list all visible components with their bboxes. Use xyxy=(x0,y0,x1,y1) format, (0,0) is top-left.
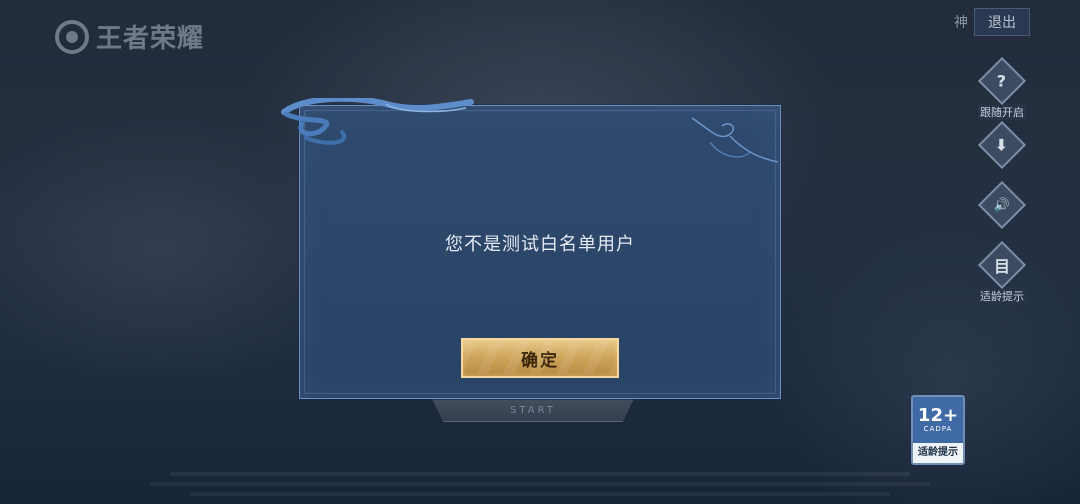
age-rating-label: 适龄提示 xyxy=(918,447,958,458)
notice-button[interactable]: 目 适龄提示 xyxy=(977,240,1027,304)
help-button-label: 跟随开启 xyxy=(978,104,1026,120)
top-right-text: 神 xyxy=(954,15,968,31)
top-right-bar: 神 退出 xyxy=(954,8,1030,36)
notice-button-label: 适龄提示 xyxy=(978,288,1026,304)
speaker-icon: 🔊 xyxy=(977,180,1027,230)
notice-icon: 目 xyxy=(977,240,1027,290)
age-rating-org: CADPA xyxy=(923,425,953,433)
game-logo: 王者荣耀 xyxy=(54,18,204,55)
logout-button[interactable]: 退出 xyxy=(974,8,1030,36)
download-icon: ⬇ xyxy=(977,120,1027,170)
logo-emblem-icon xyxy=(55,19,89,54)
question-icon: ? xyxy=(977,56,1027,106)
sound-button[interactable]: 🔊 xyxy=(977,180,1027,230)
alert-dialog: 您不是测试白名单用户 确定 xyxy=(281,98,781,399)
confirm-button[interactable]: 确定 xyxy=(461,338,619,378)
cloud-swirl-ornament-right-icon xyxy=(691,117,779,163)
dialog-message: 您不是测试白名单用户 xyxy=(445,234,635,255)
cloud-swirl-ornament-icon xyxy=(281,98,474,145)
download-button[interactable]: ⬇ xyxy=(977,120,1027,170)
game-screen: 王者荣耀 神 退出 ? 跟随开启 ⬇ 🔊 目 适龄提示 START 12+ CA… xyxy=(0,0,1080,504)
logo-text: 王者荣耀 xyxy=(96,24,205,54)
confirm-button-label: 确定 xyxy=(521,350,559,371)
age-rating-badge[interactable]: 12+ CADPA 适龄提示 xyxy=(911,395,965,465)
help-button[interactable]: ? 跟随开启 xyxy=(977,56,1027,120)
age-rating-panel: 12+ CADPA xyxy=(913,397,963,443)
footer-fineprint xyxy=(150,468,930,502)
start-button-subtext: START xyxy=(510,405,556,416)
age-rating-number: 12+ xyxy=(917,405,959,426)
